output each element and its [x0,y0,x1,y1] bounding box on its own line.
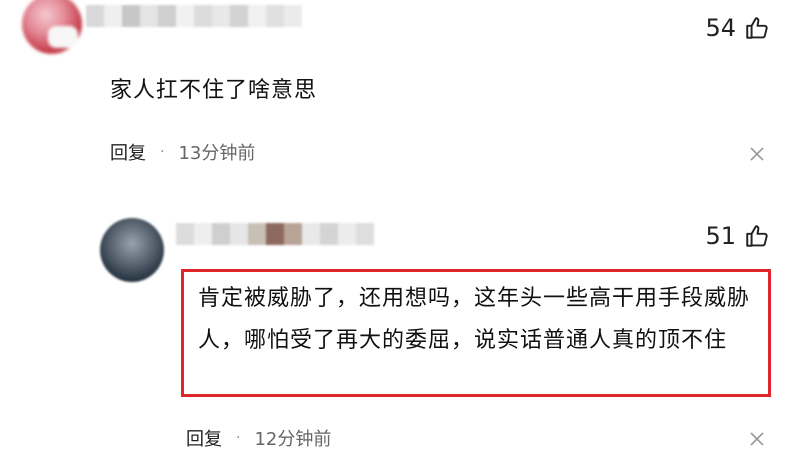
comment-meta: 回复 · 13分钟前 [110,139,255,165]
blurred-username [86,5,302,27]
close-icon[interactable] [750,432,764,446]
reply-button[interactable]: 回复 [110,139,146,165]
like-count: 54 [705,14,736,42]
meta-separator: · [236,430,241,446]
comment-meta: 回复 · 12分钟前 [186,425,331,451]
like-count: 51 [705,222,736,250]
timestamp: 12分钟前 [254,429,332,450]
like-button[interactable]: 51 [705,222,770,250]
reply-button[interactable]: 回复 [186,425,222,451]
comment-text: 肯定被威胁了，还用想吗，这年头一些高干用手段威胁人，哪怕受了再大的委屈，说实话普… [198,286,751,353]
blurred-username [176,223,374,245]
meta-separator: · [160,144,165,160]
comment-item: 54 家人扛不住了啥意思 回复 · 13分钟前 [0,0,800,195]
highlight-box: 肯定被威胁了，还用想吗，这年头一些高干用手段威胁人，哪怕受了再大的委屈，说实话普… [181,269,771,397]
close-icon[interactable] [750,147,764,161]
comment-text: 家人扛不住了啥意思 [110,78,318,103]
avatar[interactable] [22,0,82,54]
thumbs-up-icon [746,17,768,39]
comment-item: 51 肯定被威胁了，还用想吗，这年头一些高干用手段威胁人，哪怕受了再大的委屈，说… [0,200,800,450]
thumbs-up-icon [746,225,768,247]
avatar[interactable] [100,218,164,282]
timestamp: 13分钟前 [178,143,256,164]
like-button[interactable]: 54 [705,14,770,42]
